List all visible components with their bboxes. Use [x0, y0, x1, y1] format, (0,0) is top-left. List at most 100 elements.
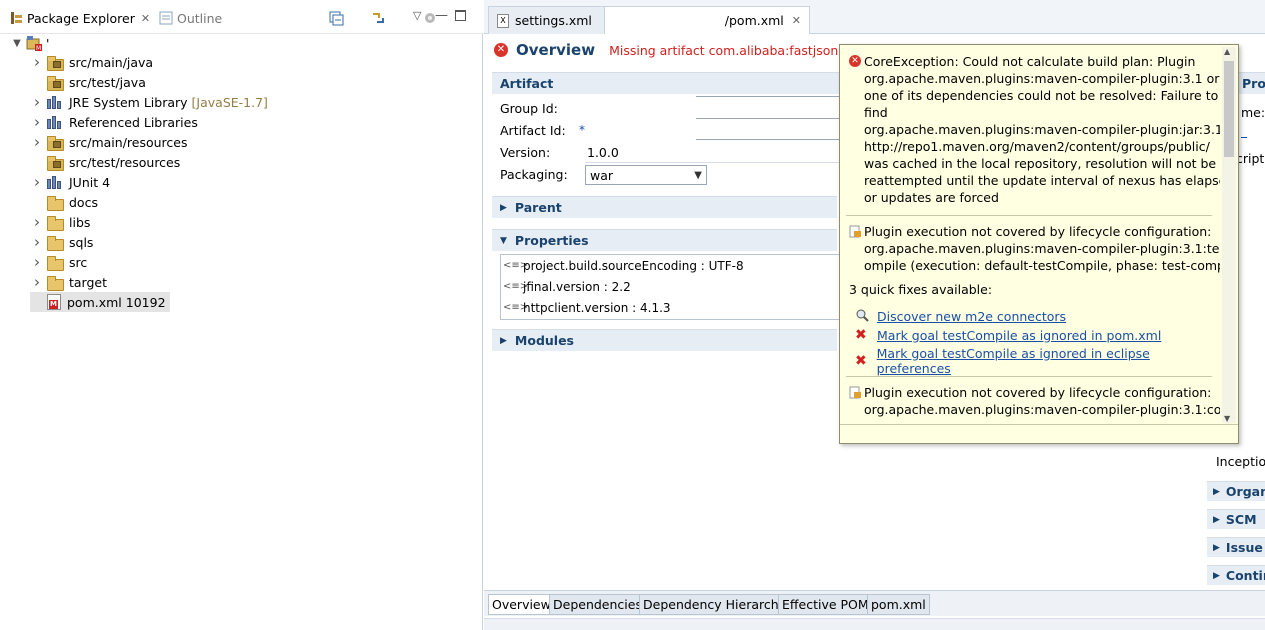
chevron-right-icon[interactable]: ›: [30, 53, 44, 71]
tree-item[interactable]: docs: [30, 192, 98, 212]
properties-list: <≡> project.build.sourceEncoding : UTF-8…: [500, 254, 840, 320]
organization-section-header[interactable]: ▶ Organ: [1207, 481, 1265, 501]
quick-fix-ignore-pom-link[interactable]: Mark goal testCompile as ignored in pom.…: [877, 328, 1161, 343]
url-link[interactable]: [1241, 126, 1247, 138]
quick-fix-ignore-prefs[interactable]: ✖ Mark goal testCompile as ignored in ec…: [855, 346, 1220, 376]
message-line: was cached in the local repository, reso…: [864, 156, 1217, 171]
tree-item-label: src/main/java: [69, 54, 154, 70]
page-tab-dependency-hierarchy[interactable]: Dependency Hierarchy: [639, 594, 791, 615]
tab-outline[interactable]: Outline: [158, 6, 222, 30]
message-line: or updates are forced: [864, 190, 999, 205]
page-tab-overview[interactable]: Overview: [488, 594, 555, 615]
chevron-down-icon: ▼: [500, 235, 507, 246]
version-field[interactable]: 1.0.0: [585, 143, 843, 163]
scrollbar-thumb[interactable]: [1224, 61, 1234, 157]
chevron-right-icon[interactable]: ›: [30, 113, 44, 131]
tree-item-label: src/test/resources: [69, 154, 181, 170]
tab-settings-label: settings.xml: [515, 13, 592, 28]
tab-outline-label: Outline: [177, 10, 223, 26]
tab-package-explorer[interactable]: Package Explorer ✕: [8, 6, 150, 30]
parent-section-header[interactable]: ▶ Parent: [492, 196, 837, 218]
close-icon[interactable]: ✕: [141, 12, 150, 25]
tree-item[interactable]: › target: [30, 272, 107, 292]
folder-icon: [47, 215, 64, 231]
chevron-right-icon[interactable]: ›: [30, 93, 44, 111]
property-row[interactable]: <≡> project.build.sourceEncoding : UTF-8: [501, 255, 840, 276]
message-line: org.apache.maven.plugins:maven-compiler-…: [864, 122, 1220, 137]
project-heading: Projec: [1242, 76, 1265, 91]
editor-tab-bar: X settings.xml /pom.xml ✕: [484, 0, 1265, 34]
library-icon: [47, 115, 63, 129]
chevron-right-icon[interactable]: ›: [30, 253, 44, 271]
page-tab-dependencies[interactable]: Dependencies: [549, 594, 646, 615]
property-text: jfinal.version : 2.2: [523, 279, 631, 294]
scroll-up-icon[interactable]: ▲: [1224, 47, 1230, 56]
error-message[interactable]: Missing artifact com.alibaba:fastjson:ja…: [609, 43, 871, 58]
project-section-header[interactable]: Projec: [1238, 72, 1265, 94]
modules-heading: Modules: [514, 333, 574, 348]
message-line: Plugin execution not covered by lifecycl…: [864, 385, 1212, 400]
tree-item[interactable]: src/test/resources: [30, 152, 180, 172]
message-line: Plugin execution not covered by lifecycl…: [864, 224, 1212, 239]
chevron-right-icon[interactable]: ›: [30, 133, 44, 151]
package-explorer-icon: [8, 10, 24, 26]
popup-divider: [846, 215, 1212, 216]
tree-item[interactable]: › src/main/resources: [30, 132, 187, 152]
chevron-right-icon[interactable]: ›: [30, 213, 44, 231]
group-id-field[interactable]: [585, 97, 697, 145]
scroll-down-icon[interactable]: ▼: [1224, 414, 1230, 423]
scm-heading: SCM: [1225, 512, 1257, 527]
quick-fix-discover-link[interactable]: Discover new m2e connectors: [877, 309, 1066, 324]
tree-project-root[interactable]: ▼ M ': [10, 33, 49, 53]
tree-item[interactable]: pom.xml 10192: [30, 292, 170, 312]
view-menu-icon[interactable]: ▽: [413, 9, 421, 22]
chevron-down-icon[interactable]: ▼: [10, 38, 24, 49]
core-exception-message: ✕ CoreException: Could not calculate bui…: [849, 53, 1220, 206]
continuous-integration-section-header[interactable]: ▶ Contin: [1207, 565, 1265, 585]
popup-scrollbar[interactable]: ▲ ▼: [1222, 47, 1236, 423]
tab-settings-xml[interactable]: X settings.xml: [488, 6, 608, 34]
chevron-right-icon[interactable]: ›: [30, 173, 44, 191]
tree-item[interactable]: › sqls: [30, 232, 93, 252]
chevron-right-icon[interactable]: ›: [30, 273, 44, 291]
property-row[interactable]: <≡> jfinal.version : 2.2: [501, 276, 840, 297]
library-icon: [47, 95, 63, 109]
tree-item[interactable]: › src: [30, 252, 87, 272]
property-row[interactable]: <≡> httpclient.version : 4.1.3: [501, 297, 840, 318]
quick-fix-ignore-prefs-link[interactable]: Mark goal testCompile as ignored in ecli…: [877, 346, 1220, 376]
tree-item[interactable]: › JUnit 4: [30, 172, 110, 192]
chevron-right-icon[interactable]: ›: [30, 233, 44, 251]
tree-item-label: src/test/java: [69, 74, 146, 90]
tree-item[interactable]: src/test/java: [30, 72, 146, 92]
maximize-icon[interactable]: [455, 10, 466, 21]
properties-section-header[interactable]: ▼ Properties: [492, 229, 837, 251]
issue-management-section-header[interactable]: ▶ Issue M: [1207, 537, 1265, 557]
properties-heading: Properties: [514, 233, 589, 248]
lifecycle-warning-2-text: Plugin execution not covered by lifecycl…: [849, 384, 1220, 418]
quick-fix-discover[interactable]: Discover new m2e connectors: [855, 308, 1066, 325]
chevron-right-icon: ▶: [1213, 570, 1220, 581]
artifact-heading: Artifact: [500, 76, 554, 91]
lifecycle-warning-1-text: Plugin execution not covered by lifecycl…: [849, 223, 1220, 274]
tree-item[interactable]: › JRE System Library [JavaSE-1.7]: [30, 92, 268, 112]
artifact-id-required-marker: *: [579, 123, 585, 137]
quick-fix-ignore-pom[interactable]: ✖ Mark goal testCompile as ignored in po…: [855, 327, 1161, 343]
tree-item[interactable]: › libs: [30, 212, 90, 232]
tree-item[interactable]: › src/main/java: [30, 52, 153, 72]
tab-pom-xml[interactable]: /pom.xml ✕: [604, 6, 810, 34]
artifact-section-header[interactable]: Artifact: [492, 72, 852, 94]
packaging-select[interactable]: war ▼: [585, 165, 707, 185]
page-tab-pom-xml[interactable]: pom.xml: [867, 594, 930, 615]
modules-section-header[interactable]: ▶ Modules: [492, 329, 837, 351]
close-icon[interactable]: ✕: [792, 14, 801, 27]
version-label: Version:: [500, 145, 551, 160]
link-with-editor-icon[interactable]: [370, 10, 386, 26]
folder-icon: [47, 275, 64, 291]
message-line: reattempted until the update interval of…: [864, 173, 1220, 188]
collapse-all-icon[interactable]: [328, 10, 344, 26]
tree-item[interactable]: › Referenced Libraries: [30, 112, 198, 132]
tree-item-label: src: [69, 254, 88, 270]
scm-section-header[interactable]: ▶ SCM: [1207, 509, 1265, 529]
page-tab-effective-pom[interactable]: Effective POM: [778, 594, 873, 615]
minimize-icon[interactable]: —: [435, 8, 448, 23]
